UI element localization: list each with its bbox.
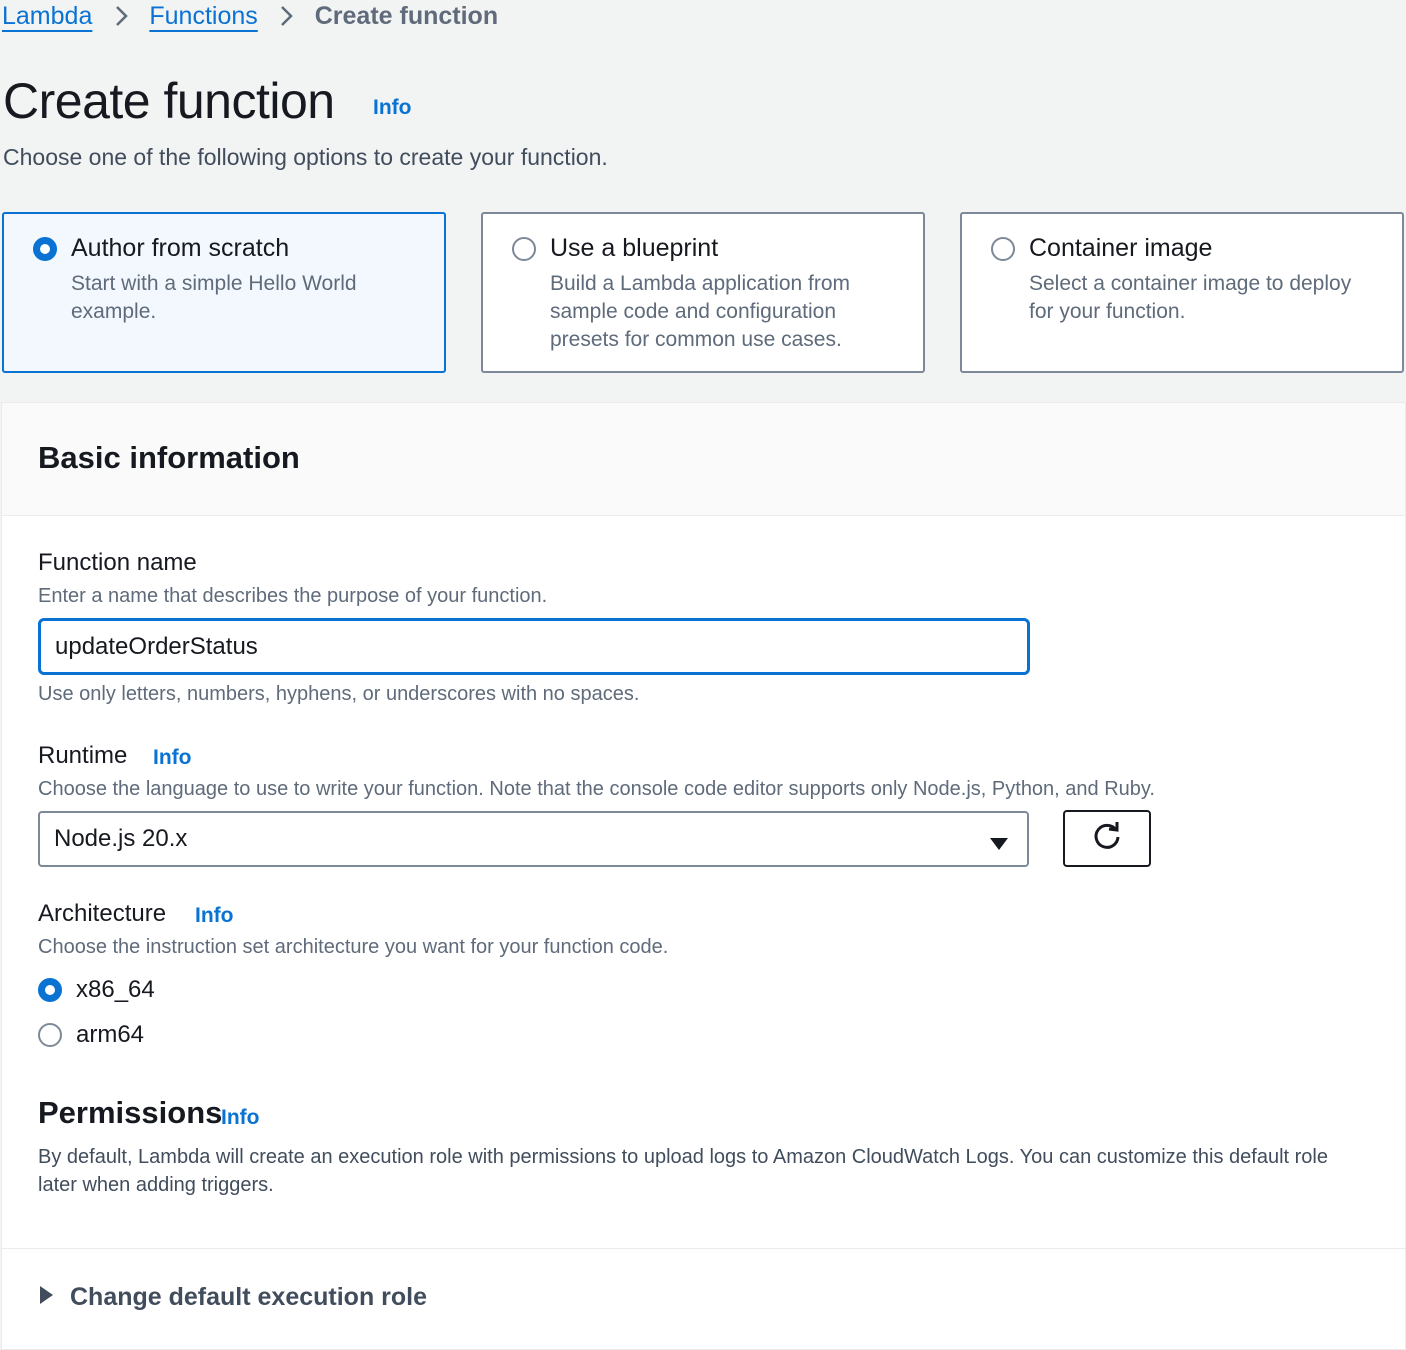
caret-right-icon: [38, 1285, 54, 1310]
option-container-image[interactable]: Container image Select a container image…: [960, 212, 1404, 373]
panel-title: Basic information: [38, 440, 300, 475]
architecture-info-link[interactable]: Info: [195, 904, 233, 928]
option-title: Container image: [1029, 234, 1213, 262]
function-name-constraint: Use only letters, numbers, hyphens, or u…: [38, 683, 640, 705]
breadcrumb-lambda-link[interactable]: Lambda: [2, 2, 92, 31]
option-description: Start with a simple Hello World example.: [71, 272, 357, 323]
architecture-option-label: x86_64: [76, 976, 155, 1003]
permissions-title: Permissions: [38, 1095, 223, 1130]
chevron-right-icon: [92, 5, 149, 27]
page-info-link[interactable]: Info: [373, 96, 411, 120]
radio-arm64[interactable]: [38, 1023, 62, 1047]
breadcrumb-functions-link[interactable]: Functions: [149, 2, 257, 31]
runtime-selected-value: Node.js 20.x: [54, 825, 188, 852]
architecture-description: Choose the instruction set architecture …: [38, 936, 669, 958]
page-title: Create function: [3, 73, 335, 129]
architecture-label: Architecture: [38, 900, 167, 927]
breadcrumb: Lambda Functions Create function: [2, 0, 498, 32]
chevron-right-icon: [258, 5, 315, 27]
runtime-select[interactable]: Node.js 20.x: [38, 811, 1029, 867]
radio-author-from-scratch[interactable]: [33, 237, 57, 261]
caret-down-icon: [989, 831, 1009, 859]
function-name-description: Enter a name that describes the purpose …: [38, 585, 548, 607]
runtime-label: Runtime: [38, 742, 128, 769]
option-title: Author from scratch: [71, 234, 290, 262]
page-description: Choose one of the following options to c…: [3, 144, 608, 170]
option-author-from-scratch[interactable]: Author from scratch Start with a simple …: [2, 212, 446, 373]
radio-x86_64[interactable]: [38, 978, 62, 1002]
runtime-description: Choose the language to use to write your…: [38, 778, 1155, 800]
expander-label: Change default execution role: [70, 1283, 428, 1311]
basic-information-panel: Basic information Function name Enter a …: [1, 402, 1406, 1350]
permissions-info-link[interactable]: Info: [221, 1106, 259, 1130]
refresh-runtime-button[interactable]: [1063, 810, 1151, 867]
refresh-icon: [1091, 820, 1123, 857]
architecture-option-arm64[interactable]: arm64: [38, 1021, 144, 1049]
radio-use-a-blueprint[interactable]: [512, 237, 536, 261]
function-name-label: Function name: [38, 549, 197, 576]
architecture-option-label: arm64: [76, 1021, 145, 1048]
option-description: Select a container image to deploy for y…: [1029, 272, 1352, 323]
option-title: Use a blueprint: [550, 234, 719, 262]
architecture-option-x86_64[interactable]: x86_64: [38, 976, 155, 1004]
panel-header: Basic information: [2, 403, 1405, 516]
function-name-input[interactable]: updateOrderStatus: [38, 618, 1030, 675]
change-default-execution-role-expander[interactable]: Change default execution role: [38, 1283, 427, 1312]
divider: [2, 1248, 1405, 1249]
option-description: Build a Lambda application from sample c…: [550, 272, 851, 351]
runtime-info-link[interactable]: Info: [153, 746, 191, 770]
radio-container-image[interactable]: [991, 237, 1015, 261]
breadcrumb-current: Create function: [314, 1, 499, 30]
option-use-a-blueprint[interactable]: Use a blueprint Build a Lambda applicati…: [481, 212, 925, 373]
permissions-description: By default, Lambda will create an execut…: [38, 1146, 1328, 1196]
